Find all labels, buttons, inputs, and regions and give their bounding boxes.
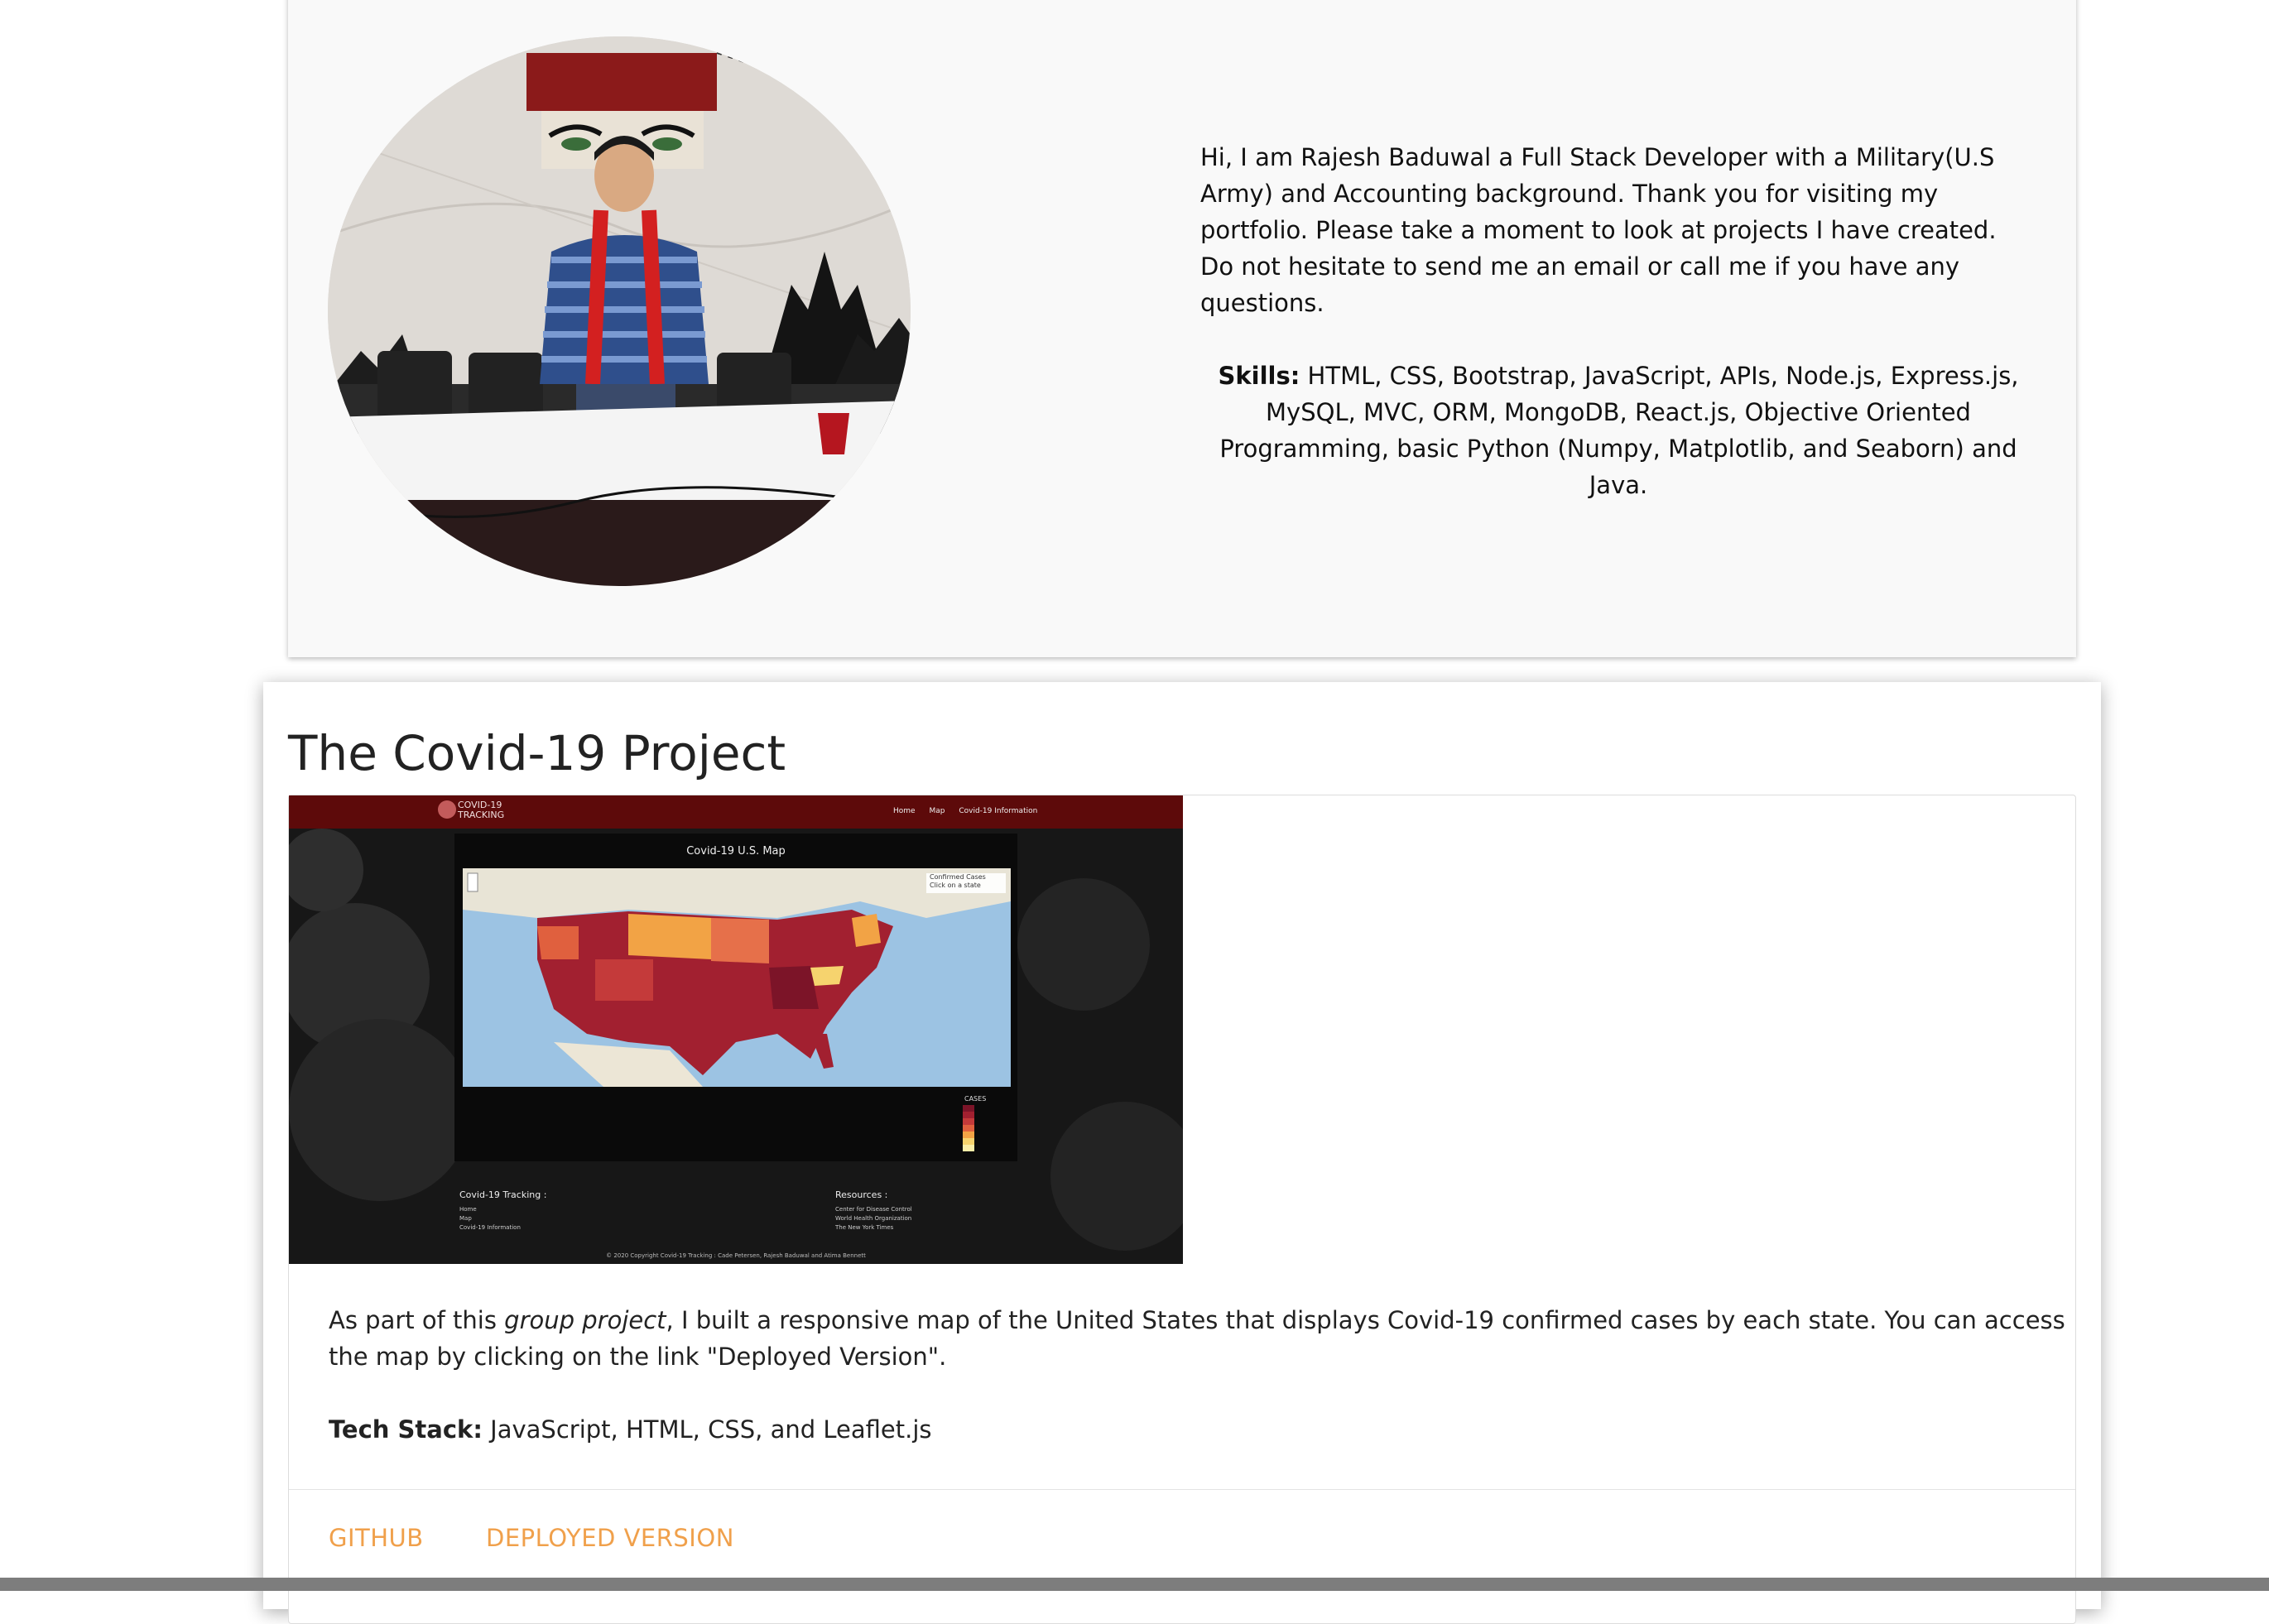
footer-right-item: The New York Times [835, 1224, 894, 1231]
desc-before: As part of this [329, 1306, 505, 1334]
footer-right-title: Resources : [835, 1189, 888, 1200]
tech-stack-label: Tech Stack: [329, 1415, 483, 1444]
ss-nav-info: Covid-19 Information [959, 807, 1038, 815]
desc-emphasis: group project [504, 1306, 666, 1334]
project-description: As part of this group project, I built a… [329, 1302, 2067, 1448]
project-inner-card: COVID-19 TRACKING Home Map Covid-19 Info… [288, 795, 2076, 1624]
screenshot-footer-right: Resources : Center for Disease Control W… [835, 1189, 912, 1232]
us-map-drawing [463, 868, 1011, 1087]
project-desc-paragraph: As part of this group project, I built a… [329, 1302, 2067, 1375]
covid-logo-icon [438, 800, 456, 819]
deployed-version-link[interactable]: DEPLOYED VERSION [486, 1524, 734, 1552]
ss-nav-map: Map [929, 807, 945, 815]
footer-left-title: Covid-19 Tracking : [459, 1189, 547, 1200]
map-control-sub: Click on a state [930, 882, 981, 889]
screenshot-copyright: © 2020 Copyright Covid-19 Tracking : Cad… [606, 1252, 866, 1259]
footer-left-item: Home [459, 1206, 477, 1213]
profile-photo-illustration [328, 36, 911, 586]
footer-right-item: Center for Disease Control [835, 1206, 912, 1213]
skills-paragraph: Skills: HTML, CSS, Bootstrap, JavaScript… [1200, 358, 2036, 503]
screenshot-map-title: Covid-19 U.S. Map [686, 845, 786, 858]
profile-photo [328, 36, 911, 586]
about-intro: Hi, I am Rajesh Baduwal a Full Stack Dev… [1200, 143, 1997, 317]
footer-left-item: Covid-19 Information [459, 1224, 521, 1231]
footer-left-list: Home Map Covid-19 Information [459, 1205, 546, 1232]
tech-stack-text: JavaScript, HTML, CSS, and Leaflet.js [482, 1415, 932, 1444]
footer-left-item: Map [459, 1215, 472, 1222]
project-title: The Covid-19 Project [288, 725, 786, 781]
map-legend-swatches [963, 1105, 974, 1151]
ss-nav-home: Home [893, 807, 916, 815]
screenshot-logo: COVID-19 TRACKING [458, 800, 504, 820]
screenshot-footer-left: Covid-19 Tracking : Home Map Covid-19 In… [459, 1189, 546, 1232]
card-divider [289, 1489, 2075, 1490]
project-card: The Covid-19 Project COVID-19 TRACKING H… [263, 682, 2101, 1624]
logo-line2: TRACKING [458, 810, 505, 820]
about-text: Hi, I am Rajesh Baduwal a Full Stack Dev… [1200, 139, 2036, 503]
github-link[interactable]: GITHUB [329, 1524, 424, 1552]
map-legend-title: CASES [964, 1095, 987, 1103]
skills-label: Skills: [1218, 362, 1300, 390]
screenshot-map-panel: Covid-19 U.S. Map Confirmed Cases Click … [454, 834, 1017, 1161]
footer-right-list: Center for Disease Control World Health … [835, 1205, 912, 1232]
footer-right-item: World Health Organization [835, 1215, 912, 1222]
map-control-box: Confirmed Cases Click on a state [930, 873, 986, 890]
tech-stack-paragraph: Tech Stack: JavaScript, HTML, CSS, and L… [329, 1411, 2067, 1448]
project-screenshot: COVID-19 TRACKING Home Map Covid-19 Info… [289, 795, 1183, 1264]
map-control-title: Confirmed Cases [930, 873, 986, 881]
screenshot-us-map: Confirmed Cases Click on a state [463, 868, 1011, 1087]
screenshot-nav-links: Home Map Covid-19 Information [893, 807, 1049, 815]
about-card: Hi, I am Rajesh Baduwal a Full Stack Dev… [288, 0, 2076, 657]
window-bottom-bar [0, 1578, 2269, 1591]
skills-text: HTML, CSS, Bootstrap, JavaScript, APIs, … [1219, 362, 2019, 499]
